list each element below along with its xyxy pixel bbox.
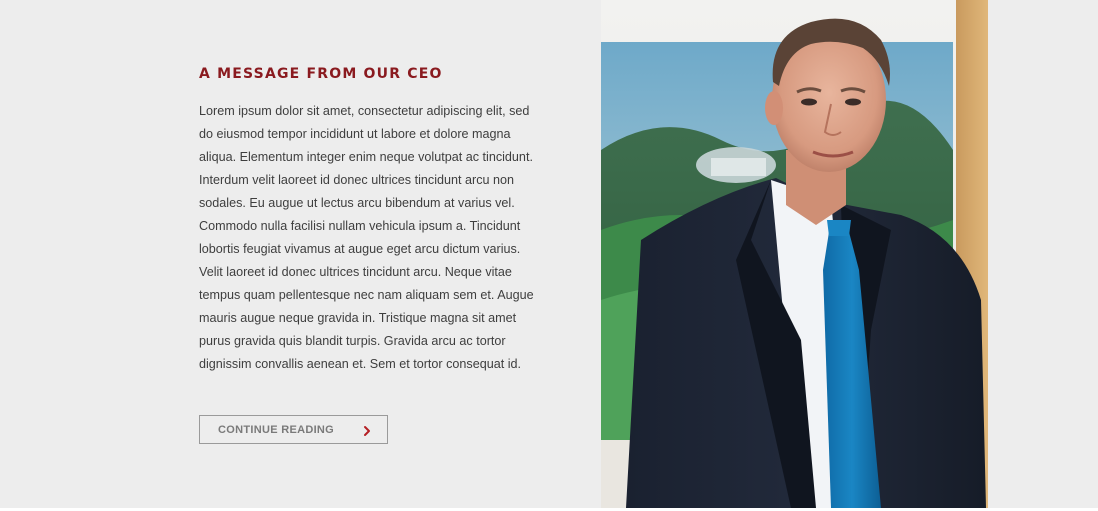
section-heading: A MESSAGE FROM OUR CEO (199, 66, 443, 82)
ceo-portrait-image (601, 0, 988, 508)
section-body-text: Lorem ipsum dolor sit amet, consectetur … (199, 104, 534, 371)
continue-reading-label: CONTINUE READING (218, 423, 335, 436)
continue-reading-button[interactable]: CONTINUE READING (199, 415, 388, 444)
ceo-message-section: A MESSAGE FROM OUR CEO Lorem ipsum dolor… (0, 0, 1098, 511)
chevron-right-icon (362, 424, 372, 436)
ceo-message-content: A MESSAGE FROM OUR CEO Lorem ipsum dolor… (199, 62, 544, 376)
